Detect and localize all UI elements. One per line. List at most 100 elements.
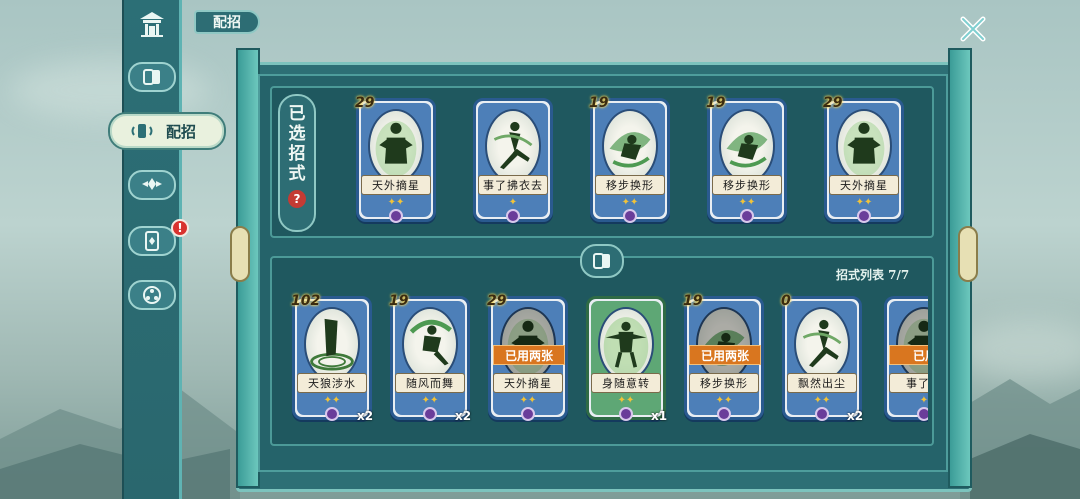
card-stars: ✦✦ [813, 395, 831, 406]
list-card[interactable]: 29 天外摘星 ✦✦ 已用两张 [487, 293, 568, 421]
pavilion-icon[interactable] [134, 6, 170, 42]
list-card[interactable]: 事了拂 ✦ 已用 [884, 296, 928, 421]
list-card[interactable]: 0 飘然出尘 ✦✦ x2 [781, 293, 864, 423]
card-cost: 19 [683, 293, 703, 309]
share-icon [143, 286, 161, 304]
card-cost: 19 [389, 293, 409, 309]
cards-icon [143, 69, 160, 85]
card-gem-icon [506, 209, 520, 223]
card-stars: ✦✦ [855, 197, 873, 208]
list-card[interactable]: 19 随风而舞 ✦✦ x2 [389, 293, 472, 423]
card-art [794, 307, 850, 381]
card-art [368, 109, 424, 183]
card-stars: ✦✦ [715, 395, 733, 406]
selected-card[interactable]: 29 天外摘星 ✦✦ [823, 95, 904, 223]
list-card[interactable]: 102 天狼涉水 ✦✦ x2 [291, 293, 374, 423]
card-cost: 29 [355, 95, 375, 111]
nav-card-detail-button[interactable] [128, 226, 176, 256]
card-used-badge: 已用 [889, 345, 928, 365]
card-name: 天狼涉水 [297, 373, 367, 393]
card-gem-icon [740, 209, 754, 223]
card-name: 天外摘星 [493, 373, 563, 393]
card-name: 身随意转 [591, 373, 661, 393]
left-page-knob[interactable] [230, 226, 250, 282]
card-cost: 29 [823, 95, 843, 111]
card-quantity: x2 [847, 409, 864, 423]
card-stack-icon [580, 244, 624, 278]
card-art [500, 307, 556, 381]
card-gem-icon [917, 407, 928, 421]
card-used-badge: 已用两张 [493, 345, 565, 365]
card-cost: 19 [706, 95, 726, 111]
card-name: 天外摘星 [361, 175, 431, 195]
card-gem-icon [521, 407, 535, 421]
list-card-clip: 事了拂 ✦ 已用 [884, 296, 928, 446]
selected-card[interactable]: 29 天外摘星 ✦✦ [355, 95, 436, 223]
card-gem-icon [815, 407, 829, 421]
move-list-count: 招式列表 7/7 [836, 268, 910, 282]
card-diamond-icon [145, 231, 159, 251]
right-page-knob[interactable] [958, 226, 978, 282]
list-card[interactable]: 19 移步换形 ✦✦ 已用两张 [683, 293, 764, 421]
card-art [602, 109, 658, 183]
card-stars: ✦✦ [621, 197, 639, 208]
card-cost: 29 [487, 293, 507, 309]
card-cost: 102 [291, 293, 321, 309]
card-gem-icon [389, 209, 403, 223]
card-name: 天外摘星 [829, 175, 899, 195]
nav-cards-button[interactable] [128, 62, 176, 92]
card-stars: ✦✦ [617, 395, 635, 406]
help-icon[interactable]: ? [288, 190, 306, 208]
selected-card[interactable]: 事了拂衣去 ✦ [473, 98, 553, 223]
alert-badge: ! [171, 219, 189, 237]
card-name: 移步换形 [712, 175, 782, 195]
deck-cycle-icon [131, 124, 153, 138]
winged-emblem-icon [142, 178, 162, 190]
label-char: 选 [288, 124, 306, 144]
card-quantity: x2 [455, 409, 472, 423]
card-stars: ✦✦ [738, 197, 756, 208]
nav-active-label: 配招 [166, 122, 197, 141]
card-art [598, 307, 654, 381]
card-gem-icon [857, 209, 871, 223]
card-stars: ✦✦ [421, 395, 439, 406]
selected-card[interactable]: 19 移步换形 ✦✦ [589, 95, 670, 223]
card-name: 移步换形 [595, 175, 665, 195]
card-stars: ✦✦ [519, 395, 537, 406]
card-gem-icon [423, 407, 437, 421]
card-quantity: x2 [357, 409, 374, 423]
label-char: 式 [288, 164, 306, 184]
card-gem-icon [623, 209, 637, 223]
card-name: 移步换形 [689, 373, 759, 393]
card-gem-icon [619, 407, 633, 421]
card-stars: ✦✦ [387, 197, 405, 208]
card-stars: ✦ [919, 395, 928, 406]
card-stars: ✦ [508, 197, 518, 208]
card-gem-icon [717, 407, 731, 421]
card-name: 事了拂衣去 [478, 175, 548, 195]
card-art [836, 109, 892, 183]
card-name: 飘然出尘 [787, 373, 857, 393]
card-gem-icon [325, 407, 339, 421]
card-quantity: x1 [651, 409, 668, 423]
card-stars: ✦✦ [323, 395, 341, 406]
card-art [485, 109, 541, 183]
card-art [304, 307, 360, 381]
close-icon[interactable] [958, 14, 988, 44]
nav-share-button[interactable] [128, 280, 176, 310]
card-used-badge: 已用两张 [689, 345, 761, 365]
card-art [696, 307, 752, 381]
page-title: 配招 [194, 10, 260, 34]
nav-skills-button[interactable] [128, 170, 176, 200]
card-cost: 0 [781, 293, 791, 309]
list-card[interactable]: 身随意转 ✦✦ x1 [586, 296, 668, 423]
nav-deck-button-active[interactable]: 配招 [108, 112, 226, 150]
card-name: 事了拂 [889, 373, 928, 393]
selected-card[interactable]: 19 移步换形 ✦✦ [706, 95, 787, 223]
card-art [719, 109, 775, 183]
card-name: 随风而舞 [395, 373, 465, 393]
card-art [402, 307, 458, 381]
card-cost: 19 [589, 95, 609, 111]
label-char: 招 [288, 144, 306, 164]
label-char: 已 [288, 104, 306, 124]
